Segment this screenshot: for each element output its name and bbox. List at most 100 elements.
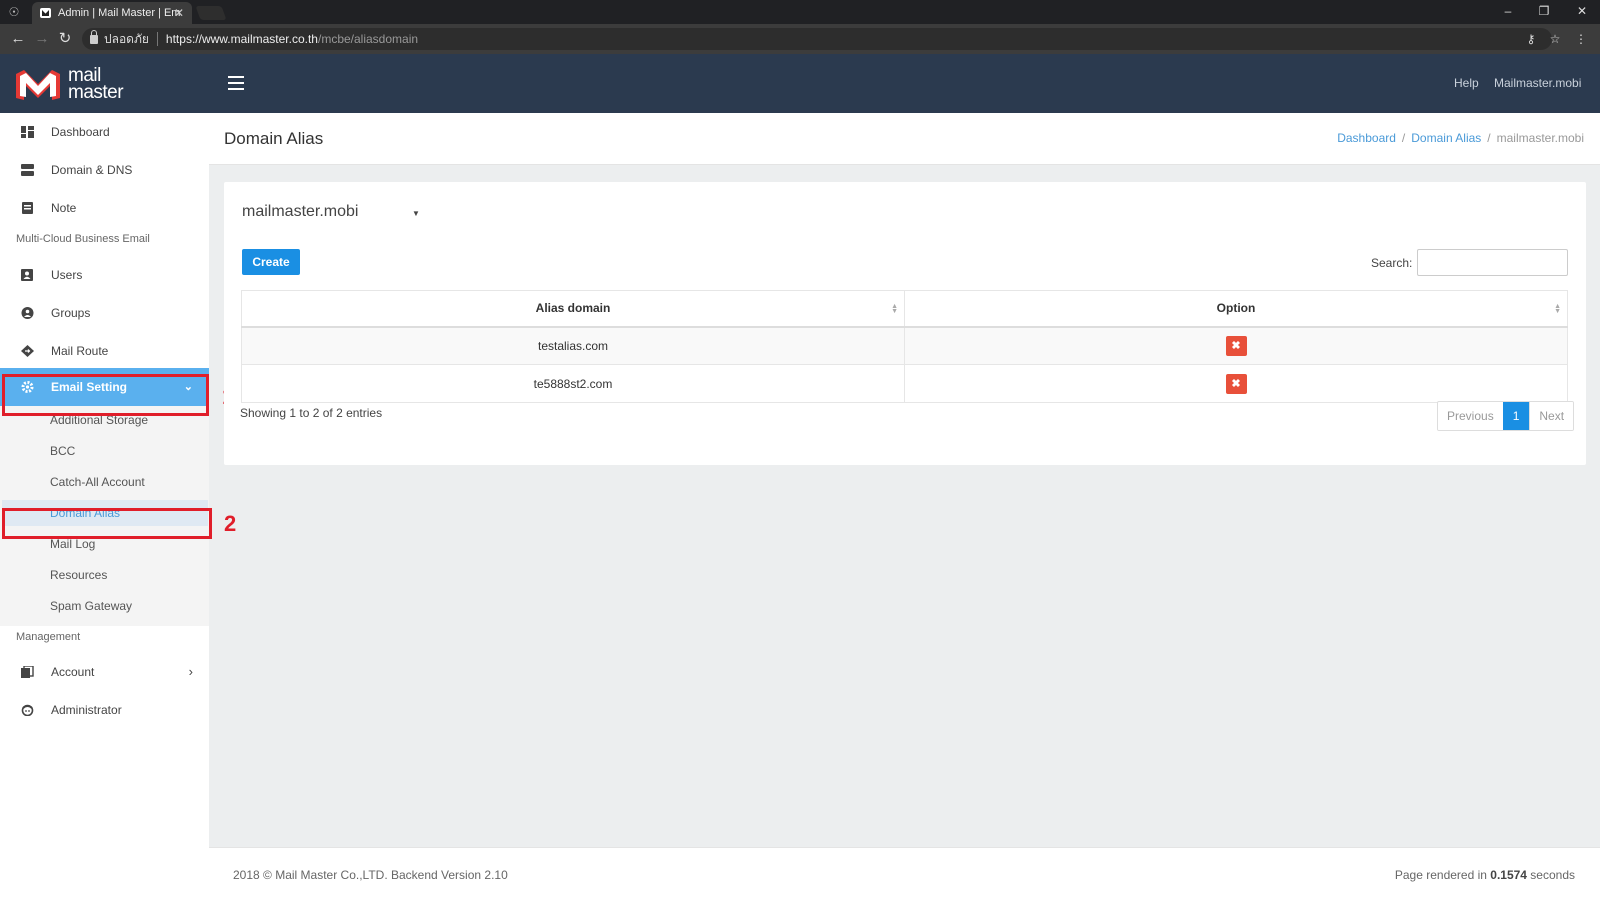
chevron-down-icon: ⌄ <box>183 381 193 393</box>
submenu-item-resources[interactable]: Resources <box>50 568 107 582</box>
email-setting-submenu: Additional Storage BCC Catch-All Account… <box>0 406 209 626</box>
groups-icon <box>21 307 34 319</box>
admin-icon <box>21 704 34 716</box>
hamburger-menu-icon[interactable] <box>228 76 244 90</box>
url-field[interactable]: ปลอดภัย https://www.mailmaster.co.th/mcbe… <box>82 28 1552 50</box>
lock-icon <box>90 30 98 44</box>
sidebar-item-label: Users <box>51 268 83 282</box>
pagination-previous[interactable]: Previous <box>1438 402 1503 430</box>
column-header-alias-domain[interactable]: Alias domain ▲ ▼ <box>241 290 905 328</box>
footer-render-time: Page rendered in 0.1574 seconds <box>1394 868 1575 882</box>
logo-line2: master <box>68 82 124 103</box>
delete-icon[interactable]: ✖ <box>1225 335 1247 356</box>
submenu-item-domain-alias[interactable]: Domain Alias <box>2 500 208 526</box>
star-icon[interactable]: ☆ <box>1548 32 1562 46</box>
window-close-icon[interactable]: ✕ <box>1564 0 1600 24</box>
sidebar-item-label: Groups <box>51 306 91 320</box>
sidebar-item-note[interactable]: Note <box>0 189 209 227</box>
key-icon[interactable]: ⚷ <box>1524 32 1538 46</box>
account-link[interactable]: Mailmaster.mobi <box>1494 76 1581 90</box>
breadcrumb-current: mailmaster.mobi <box>1496 131 1584 145</box>
sidebar-item-email-setting[interactable]: Email Setting ⌄ <box>0 368 209 406</box>
page-title: Domain Alias <box>224 129 324 148</box>
alias-table: Alias domain ▲ ▼ Option ▲ ▼ testalias.com ✖ … <box>241 290 1568 403</box>
domain-select[interactable]: mailmaster.mobi ▼ <box>242 203 422 225</box>
browser-tab[interactable]: Admin | Mail Master | Em ✕ <box>32 2 192 24</box>
delete-icon[interactable]: ✖ <box>1225 373 1247 394</box>
submenu-item-spam-gateway[interactable]: Spam Gateway <box>50 599 132 613</box>
alias-domain-cell: te5888st2.com <box>241 364 905 403</box>
table-row: testalias.com ✖ <box>241 326 1568 365</box>
browser-tab-bar: ☉ Admin | Mail Master | Em ✕ – ❐ ✕ <box>0 0 1600 24</box>
sidebar-item-account[interactable]: Account › <box>0 653 209 691</box>
server-icon <box>21 164 34 176</box>
search-label: Search: <box>1371 256 1413 270</box>
reload-icon[interactable]: ↻ <box>57 31 73 47</box>
breadcrumb-domain-alias[interactable]: Domain Alias <box>1411 131 1481 145</box>
url-path: /mcbe/aliasdomain <box>317 32 419 46</box>
column-header-option[interactable]: Option ▲ ▼ <box>904 290 1568 328</box>
book-icon <box>21 666 34 678</box>
security-label: ปลอดภัย <box>104 32 158 46</box>
incognito-icon: ☉ <box>8 5 20 19</box>
url-host: https://www.mailmaster.co.th <box>165 32 318 46</box>
gear-icon <box>21 381 34 393</box>
caret-down-icon: ▼ <box>412 209 420 218</box>
logo-text: mail master <box>68 66 124 103</box>
sidebar-item-users[interactable]: Users <box>0 256 209 294</box>
favicon-icon <box>40 8 51 18</box>
search-input[interactable] <box>1417 249 1568 276</box>
sidebar-item-label: Account <box>51 665 95 679</box>
pagination: Previous 1 Next <box>1437 401 1575 431</box>
entries-info: Showing 1 to 2 of 2 entries <box>240 406 383 420</box>
submenu-item-mail-log[interactable]: Mail Log <box>50 537 95 551</box>
option-cell: ✖ <box>904 326 1568 365</box>
chevron-right-icon: › <box>188 664 193 679</box>
breadcrumb-dashboard[interactable]: Dashboard <box>1337 131 1396 145</box>
sidebar-item-administrator[interactable]: Administrator <box>0 691 209 729</box>
create-button[interactable]: Create <box>242 249 300 275</box>
tab-close-icon[interactable]: ✕ <box>174 2 184 24</box>
sort-icon: ▲ ▼ <box>1554 303 1561 315</box>
back-icon[interactable]: ← <box>10 31 26 47</box>
sidebar-item-domain-dns[interactable]: Domain & DNS <box>0 151 209 189</box>
alias-domain-cell: testalias.com <box>241 326 905 365</box>
app-header: mail master Help Mailmaster.mobi <box>0 54 1600 113</box>
sidebar-item-dashboard[interactable]: Dashboard <box>0 113 209 151</box>
dashboard-icon <box>21 126 34 138</box>
sidebar: Dashboard Domain & DNS Note Multi-Cloud … <box>0 113 209 900</box>
restore-icon[interactable]: ❐ <box>1526 0 1562 24</box>
content-header: Domain Alias Dashboard / Domain Alias / mail… <box>209 113 1600 165</box>
sidebar-item-label: Mail Route <box>51 344 109 358</box>
footer: 2018 © Mail Master Co.,LTD. Backend Vers… <box>209 847 1600 900</box>
submenu-item-catch-all-account[interactable]: Catch-All Account <box>50 475 145 489</box>
route-icon <box>21 345 34 357</box>
domain-select-value: mailmaster.mobi <box>242 203 359 220</box>
user-card-icon <box>21 269 33 281</box>
minimize-icon[interactable]: – <box>1490 0 1526 24</box>
footer-copyright: 2018 © Mail Master Co.,LTD. Backend Vers… <box>233 868 508 882</box>
pagination-page-1[interactable]: 1 <box>1502 402 1530 430</box>
sidebar-section-title: Management <box>16 631 81 643</box>
sidebar-item-label: Email Setting <box>51 380 128 394</box>
table-row: te5888st2.com ✖ <box>241 364 1568 403</box>
note-icon <box>22 202 33 214</box>
browser-address-bar: ← → ↻ ปลอดภัย https://www.mailmaster.co.t… <box>0 24 1600 54</box>
sidebar-item-label: Administrator <box>51 703 122 717</box>
option-cell: ✖ <box>904 364 1568 403</box>
new-tab-button[interactable] <box>195 6 227 20</box>
forward-icon[interactable]: → <box>34 31 50 47</box>
logo-mark-icon <box>16 70 60 100</box>
sidebar-item-groups[interactable]: Groups <box>0 294 209 332</box>
menu-dots-icon[interactable]: ⋮ <box>1574 32 1588 46</box>
render-time-value: 0.1574 <box>1490 868 1527 882</box>
submenu-item-bcc[interactable]: BCC <box>50 444 75 458</box>
sidebar-item-label: Domain & DNS <box>51 163 133 177</box>
logo[interactable]: mail master <box>14 66 134 104</box>
help-link[interactable]: Help <box>1454 76 1479 90</box>
sidebar-item-mail-route[interactable]: Mail Route <box>0 332 209 370</box>
annotation-number: 2 <box>224 511 237 536</box>
submenu-item-additional-storage[interactable]: Additional Storage <box>50 413 148 427</box>
pagination-next[interactable]: Next <box>1529 402 1574 430</box>
sort-icon: ▲ ▼ <box>891 303 898 315</box>
